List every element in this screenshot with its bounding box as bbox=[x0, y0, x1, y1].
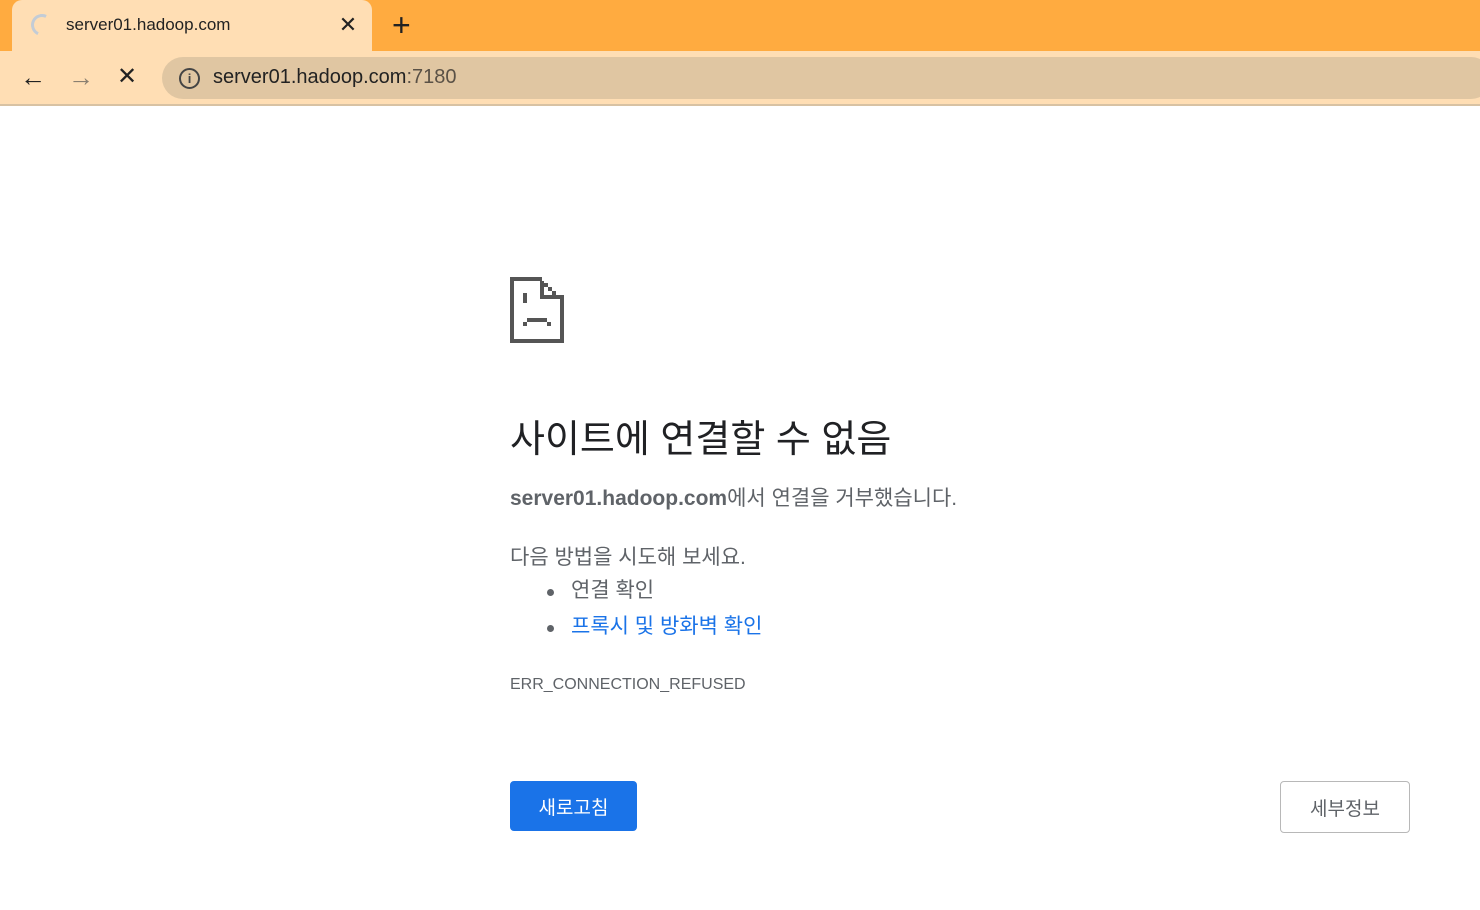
error-code: ERR_CONNECTION_REFUSED bbox=[510, 676, 746, 693]
check-proxy-firewall-link[interactable]: 프록시 및 방화벽 확인 bbox=[571, 615, 762, 638]
info-icon[interactable]: i bbox=[179, 68, 200, 89]
suggestions-heading: 다음 방법을 시도해 보세요. bbox=[510, 546, 746, 569]
reload-button[interactable]: 새로고침 bbox=[510, 781, 637, 831]
suggestion-check-connection: 연결 확인 bbox=[546, 576, 762, 612]
error-title: 사이트에 연결할 수 없음 bbox=[510, 419, 892, 461]
new-tab-button[interactable]: + bbox=[392, 9, 411, 41]
url-port: :7180 bbox=[406, 66, 457, 88]
tab-title: server01.hadoop.com bbox=[66, 15, 231, 34]
url-text[interactable]: server01.hadoop.com:7180 bbox=[213, 66, 457, 89]
stop-button[interactable]: ✕ bbox=[117, 61, 137, 93]
tab-strip: server01.hadoop.com ✕ + bbox=[0, 0, 1480, 51]
sad-page-icon bbox=[510, 277, 564, 343]
error-host: server01.hadoop.com bbox=[510, 487, 728, 510]
details-button[interactable]: 세부정보 bbox=[1280, 781, 1410, 833]
address-bar[interactable]: i server01.hadoop.com:7180 bbox=[162, 57, 1480, 99]
error-description: server01.hadoop.com에서 연결을 거부했습니다. bbox=[510, 482, 957, 512]
suggestions-list: 연결 확인 프록시 및 방화벽 확인 bbox=[546, 576, 762, 648]
url-host: server01.hadoop.com bbox=[213, 66, 407, 88]
tab-close-icon[interactable]: ✕ bbox=[336, 12, 360, 38]
forward-button[interactable]: → bbox=[68, 61, 94, 93]
error-message: 에서 연결을 거부했습니다. bbox=[727, 487, 958, 510]
toolbar: ← → ✕ i server01.hadoop.com:7180 bbox=[0, 51, 1480, 106]
back-button[interactable]: ← bbox=[20, 61, 46, 93]
loading-spinner-icon bbox=[27, 10, 57, 40]
tab-active[interactable]: server01.hadoop.com ✕ bbox=[12, 0, 372, 51]
suggestion-check-proxy-firewall: 프록시 및 방화벽 확인 bbox=[546, 612, 762, 648]
